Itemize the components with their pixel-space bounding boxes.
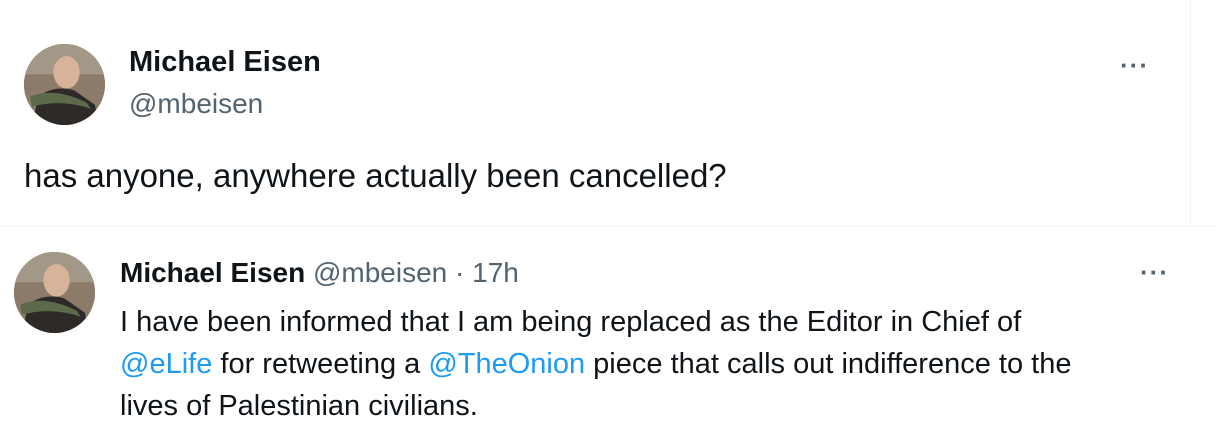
mention-theonion[interactable]: @TheOnion (428, 348, 585, 380)
avatar-photo-icon (24, 44, 105, 125)
avatar[interactable] (24, 44, 105, 125)
mention-elife[interactable]: @eLife (120, 348, 212, 380)
author-handle[interactable]: @mbeisen (129, 88, 263, 120)
text-line: @eLife for retweeting a @TheOnion piece … (120, 343, 1200, 385)
text-line: lives of Palestinian civilians. (120, 390, 478, 422)
more-options-icon[interactable]: ··· (1140, 257, 1169, 288)
author-name[interactable]: Michael Eisen (129, 46, 321, 79)
author-name[interactable]: Michael Eisen (120, 257, 305, 288)
separator: · (455, 257, 465, 288)
avatar-photo-icon (14, 252, 95, 333)
text-line: I have been informed that I am being rep… (120, 306, 1022, 338)
timestamp[interactable]: 17h (472, 257, 519, 288)
avatar[interactable] (14, 252, 95, 333)
author-handle[interactable]: @mbeisen (313, 257, 447, 288)
more-options-icon[interactable]: ··· (1120, 50, 1149, 81)
quoted-tweet-text: I have been informed that I am being rep… (120, 301, 1200, 427)
text-segment: piece that calls out indifference to the (585, 348, 1072, 380)
tweet-text: has anyone, anywhere actually been cance… (24, 157, 727, 194)
quoted-header: Michael Eisen @mbeisen · 17h (120, 257, 519, 289)
quoted-tweet[interactable]: Michael Eisen @mbeisen · 17h ··· I have … (0, 226, 1216, 431)
text-segment: for retweeting a (212, 348, 429, 380)
main-tweet: Michael Eisen @mbeisen ··· has anyone, a… (0, 0, 1191, 225)
